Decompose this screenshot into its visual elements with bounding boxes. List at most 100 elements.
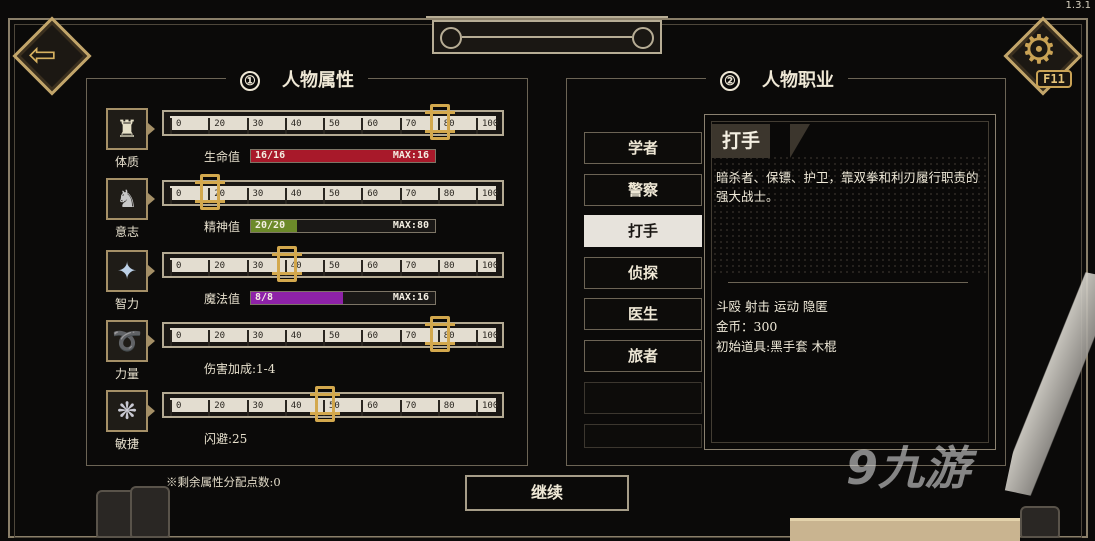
scale-tick: 80 — [437, 260, 455, 276]
scale-tick: 60 — [361, 118, 378, 134]
inkwell-icon — [1020, 506, 1060, 538]
job-gold: 金币：300 — [716, 319, 778, 334]
scale-tick: 60 — [361, 400, 378, 416]
attribute-label: 意志 — [114, 225, 139, 239]
scale-tick: 0 — [170, 118, 181, 134]
attribute-slider[interactable]: 0 20 30 40 50 60 70 80 100 — [162, 386, 504, 422]
scale-tick: 70 — [399, 330, 416, 346]
job-button-3[interactable]: 侦探 — [584, 256, 702, 289]
scale-tick: 0 — [170, 260, 181, 276]
scale-tick: 70 — [399, 118, 416, 134]
attribute-label: 体质 — [114, 155, 139, 169]
attribute-slider[interactable]: 0 20 30 40 50 60 70 80 100 — [162, 316, 504, 352]
scale-tick: 50 — [323, 188, 340, 204]
wind-icon: ❋ — [106, 390, 155, 432]
scale-tick: 20 — [208, 118, 225, 134]
step-number-2: ② — [720, 71, 740, 91]
scale-tick: 100 — [476, 400, 498, 416]
attribute-label: 力量 — [114, 367, 139, 381]
scale-tick: 100 — [476, 188, 498, 204]
scale-tick: 50 — [323, 330, 340, 346]
stat-current: 16/16 — [255, 150, 286, 161]
scale-tick: 60 — [361, 188, 378, 204]
scale-tick: 100 — [476, 118, 498, 134]
scale-tick: 70 — [399, 260, 416, 276]
scale-tick: 0 — [170, 188, 181, 204]
stat-max: MAX:16 — [392, 150, 429, 161]
watermark-logo: 9九游 — [846, 441, 971, 495]
job-button-5[interactable]: 旅者 — [584, 340, 702, 372]
job-starting-items: 初始道具:黑手套 木棍 — [716, 339, 837, 354]
scale-tick: 30 — [246, 400, 263, 416]
remaining-points: ※剩余属性分配点数:0 — [166, 475, 281, 489]
stat-bar: 8/8 MAX:16 — [250, 291, 436, 305]
attribute-label: 智力 — [114, 297, 139, 311]
ink-bottle-icon — [130, 486, 170, 538]
scale-tick: 30 — [246, 330, 263, 346]
stat-current: 8/8 — [255, 292, 274, 303]
scale-tick: 20 — [208, 330, 225, 346]
derived-stat: 伤害加成:1-4 — [204, 362, 276, 376]
back-arrow-icon: ⇦ — [28, 35, 57, 75]
top-ornament — [426, 16, 668, 54]
version-label: 1.3.1 — [1065, 0, 1091, 11]
detail-divider — [728, 282, 968, 283]
job-slot-empty — [584, 424, 702, 448]
title-ribbon-tail — [790, 124, 810, 158]
job-description: 暗杀者、保镖、护卫，靠双拳和利刃履行职责的强大战士。 — [716, 170, 979, 204]
scale-tick: 70 — [399, 188, 416, 204]
scale-tick: 30 — [246, 260, 263, 276]
scale-tick: 40 — [284, 188, 302, 204]
slider-handle[interactable] — [424, 104, 455, 140]
job-button-2[interactable]: 打手 — [584, 215, 702, 248]
slider-handle[interactable] — [195, 174, 226, 210]
job-button-0[interactable]: 学者 — [584, 132, 702, 164]
slider-handle[interactable] — [271, 246, 302, 282]
scale-tick: 50 — [323, 260, 340, 276]
arm-icon: ➰ — [106, 320, 155, 362]
slider-handle[interactable] — [310, 386, 340, 422]
scale-tick: 80 — [437, 400, 455, 416]
attribute-label: 敏捷 — [114, 437, 139, 451]
derived-stat: 闪避:25 — [204, 432, 248, 446]
jobs-panel-title: ② 人物职业 — [706, 66, 848, 92]
stat-label: 魔法值 — [204, 292, 241, 306]
f11-hotkey-badge: F11 — [1036, 70, 1072, 88]
scale-tick: 100 — [476, 330, 498, 346]
brain-icon: ✦ — [106, 250, 155, 292]
scale-tick: 40 — [284, 400, 302, 416]
stat-bar: 20/20 MAX:80 — [250, 219, 436, 233]
stat-max: MAX:80 — [392, 220, 429, 231]
torso-icon: ♜ — [106, 108, 155, 150]
attribute-slider[interactable]: 0 20 30 40 50 60 70 80 100 — [162, 104, 504, 140]
step-number-1: ① — [240, 71, 260, 91]
stat-label: 生命值 — [204, 150, 241, 164]
ruler-decoration — [790, 518, 1020, 541]
scale-tick: 40 — [284, 330, 302, 346]
scale-tick: 100 — [476, 260, 498, 276]
job-skills: 斗殴 射击 运动 隐匿 — [716, 299, 828, 314]
job-slot-empty — [584, 382, 702, 414]
scale-tick: 50 — [323, 118, 340, 134]
scale-tick: 60 — [361, 260, 378, 276]
slider-handle[interactable] — [424, 316, 455, 352]
scale-tick: 80 — [437, 188, 455, 204]
continue-button[interactable]: 继续 — [465, 475, 629, 511]
scale-tick: 30 — [246, 188, 263, 204]
job-button-4[interactable]: 医生 — [584, 298, 702, 331]
scale-tick: 30 — [246, 118, 263, 134]
helmet-icon: ♞ — [106, 178, 155, 220]
attribute-slider[interactable]: 0 20 30 40 50 60 70 80 100 — [162, 246, 504, 282]
scale-tick: 20 — [208, 400, 225, 416]
attribute-slider[interactable]: 0 20 30 40 50 60 70 80 100 — [162, 174, 504, 210]
scale-tick: 20 — [208, 260, 225, 276]
scale-tick: 40 — [284, 118, 302, 134]
stat-current: 20/20 — [255, 220, 286, 231]
scale-tick: 60 — [361, 330, 378, 346]
stat-bar: 16/16 MAX:16 — [250, 149, 436, 163]
job-button-1[interactable]: 警察 — [584, 173, 702, 206]
stat-max: MAX:16 — [392, 292, 429, 303]
scale-tick: 0 — [170, 400, 181, 416]
scale-tick: 70 — [399, 400, 416, 416]
job-detail-title: 打手 — [712, 124, 771, 158]
